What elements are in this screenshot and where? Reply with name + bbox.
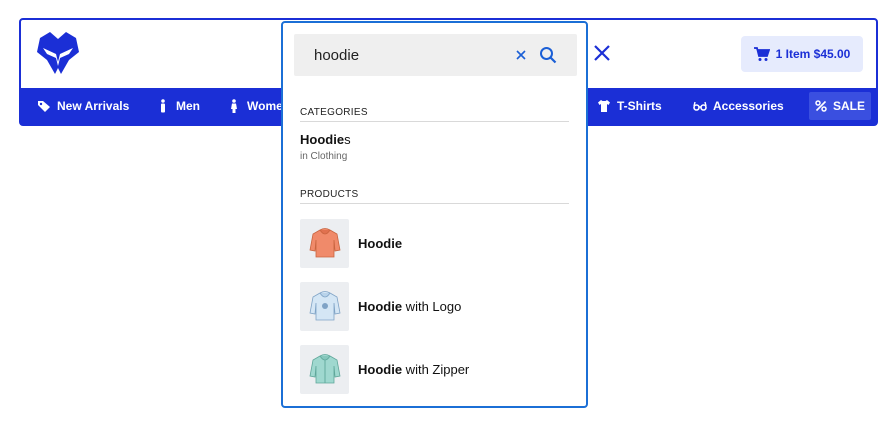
sale-label: SALE: [832, 99, 865, 113]
category-parent: in Clothing: [300, 151, 348, 162]
product-suggestion[interactable]: Hoodie: [300, 218, 570, 268]
cart-label: 1 Item $45.00: [775, 47, 851, 61]
divider: [300, 121, 569, 122]
rest-text: with Logo: [402, 298, 462, 314]
nav-item-label: Men: [176, 99, 200, 113]
nav-item-tshirts[interactable]: T-Shirts: [597, 88, 662, 124]
nav-item-new-arrivals[interactable]: New Arrivals: [37, 88, 129, 124]
product-suggestion[interactable]: Hoodie with Zipper: [300, 344, 570, 394]
category-suggestion[interactable]: Hoodies: [300, 132, 351, 147]
match-text: Hoodie: [300, 132, 345, 147]
match-text: Hoodie: [358, 298, 403, 314]
product-name: Hoodie: [358, 236, 402, 251]
search-input[interactable]: [314, 44, 504, 66]
sale-button[interactable]: SALE: [809, 92, 871, 120]
man-icon: [161, 99, 165, 113]
product-name: Hoodie with Logo: [358, 299, 461, 314]
rest-text: s: [344, 132, 351, 147]
search-icon[interactable]: [539, 46, 557, 64]
nav-item-label: Accessories: [713, 99, 784, 113]
product-thumbnail: [300, 218, 349, 268]
tshirt-icon: [598, 100, 610, 112]
nav-item-men[interactable]: Men: [156, 88, 200, 124]
match-text: Hoodie: [358, 361, 403, 377]
product-thumbnail: [300, 344, 349, 394]
clear-icon[interactable]: [515, 49, 527, 61]
woman-icon: [231, 99, 237, 113]
search-dropdown: CATEGORIES Hoodies in Clothing PRODUCTS …: [281, 21, 588, 408]
nav-item-label: T-Shirts: [617, 99, 662, 113]
logo-icon[interactable]: [35, 30, 81, 76]
hoodie-icon: [309, 291, 340, 321]
product-thumbnail: [300, 281, 349, 331]
products-heading: PRODUCTS: [300, 189, 359, 200]
percent-icon: [815, 100, 827, 112]
categories-heading: CATEGORIES: [300, 107, 368, 118]
cart-button[interactable]: 1 Item $45.00: [741, 36, 863, 72]
rest-text: with Zipper: [402, 361, 470, 377]
glasses-icon: [693, 101, 707, 111]
product-name: Hoodie with Zipper: [358, 362, 469, 377]
match-text: Hoodie: [358, 235, 403, 251]
close-icon[interactable]: [593, 44, 611, 62]
cart-icon: [753, 47, 770, 61]
search-box: [294, 34, 577, 76]
hoodie-icon: [309, 228, 340, 258]
product-suggestion[interactable]: Hoodie with Logo: [300, 281, 570, 331]
tag-icon: [38, 101, 50, 112]
nav-item-label: New Arrivals: [57, 99, 130, 113]
hoodie-icon: [309, 354, 340, 384]
divider: [300, 203, 569, 204]
nav-item-accessories[interactable]: Accessories: [693, 88, 784, 124]
